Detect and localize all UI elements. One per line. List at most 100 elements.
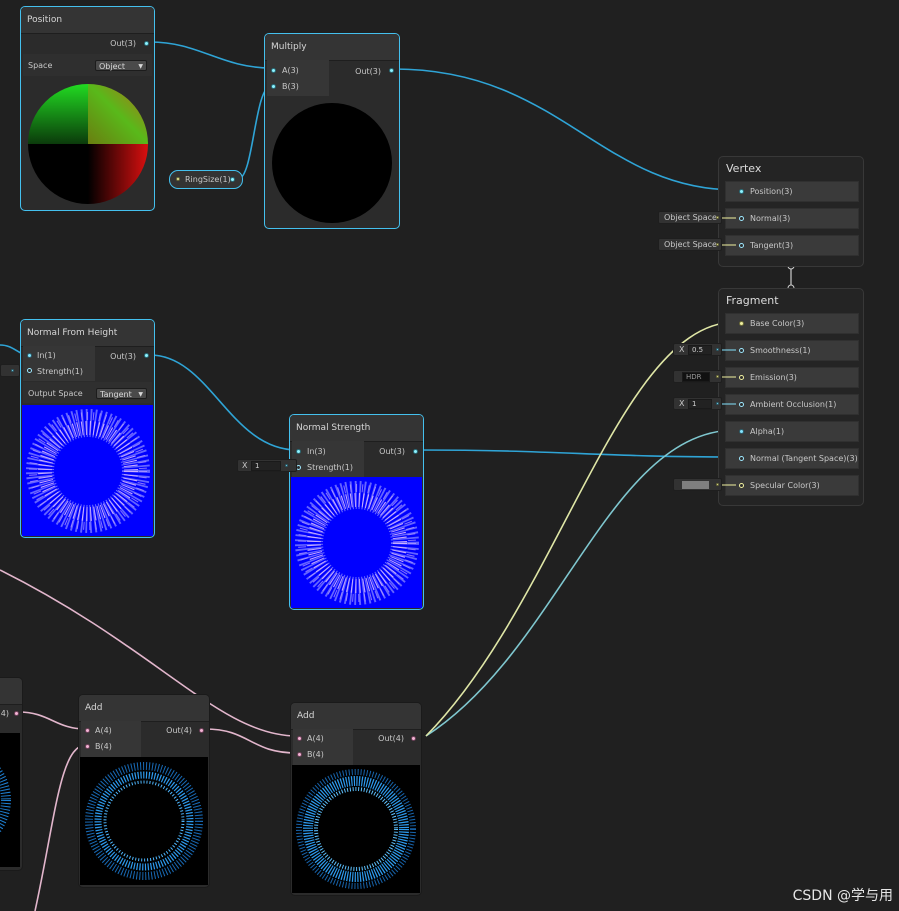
ring-size-property-node[interactable]: RingSize(1) — [169, 170, 243, 189]
wire-height-to-normal-strength — [149, 354, 298, 451]
add2-b-label: B(4) — [307, 750, 324, 759]
position-node-title: Position — [21, 7, 154, 34]
fragment-slot-smoothness[interactable]: Smoothness(1) — [725, 340, 859, 361]
emission-hdr-field[interactable]: HDR — [682, 372, 710, 382]
wire-multiply-to-vertex-position — [393, 68, 737, 191]
add1-out-port[interactable] — [199, 728, 204, 733]
ns-preview — [291, 477, 422, 608]
position-out-port[interactable] — [144, 41, 149, 46]
nfh-output-space-dropdown[interactable]: Tangent ▼ — [96, 388, 147, 399]
left-partial-node[interactable]: Out(4) — [0, 677, 23, 871]
nfh-in-label: In(1) — [37, 351, 56, 360]
add2-a-port[interactable] — [297, 736, 302, 741]
ring-size-out-port[interactable] — [230, 177, 235, 182]
alpha-port[interactable] — [739, 429, 744, 434]
fragment-slot-base-color[interactable]: Base Color(3) — [725, 313, 859, 334]
multiply-out-port[interactable] — [389, 68, 394, 73]
vertex-slot-tangent[interactable]: Tangent(3) — [725, 235, 859, 256]
wire-position-to-multiply-a — [149, 41, 273, 69]
normal-from-height-node[interactable]: Normal From Height In(1) Strength(1) Out… — [20, 319, 155, 538]
add2-a-label: A(4) — [307, 734, 324, 743]
fragment-slot-normal[interactable]: Normal (Tangent Space)(3) — [725, 448, 859, 469]
vertex-slot-position[interactable]: Position(3) — [725, 181, 859, 202]
wire-normal-strength-to-fragment-normal — [417, 449, 737, 458]
ring-size-label: RingSize(1) — [185, 175, 231, 184]
fragment-normal-port[interactable] — [739, 456, 744, 461]
base-color-port[interactable] — [739, 321, 744, 326]
watermark: CSDN @学与用 — [792, 888, 893, 904]
position-preview — [27, 83, 149, 205]
multiply-a-port[interactable] — [271, 68, 276, 73]
fragment-slot-ambient-occlusion[interactable]: Ambient Occlusion(1) — [725, 394, 859, 415]
fragment-slot-specular[interactable]: Specular Color(3) — [725, 475, 859, 496]
add1-out-label: Out(4) — [166, 726, 192, 735]
vertex-chip-wires — [722, 217, 736, 246]
add2-out-label: Out(4) — [378, 734, 404, 743]
ns-strength-input-chip[interactable]: X 1 — [237, 459, 297, 472]
emission-port[interactable] — [739, 375, 744, 380]
left-partial-out-port[interactable] — [14, 711, 19, 716]
fragment-title: Fragment — [726, 294, 779, 307]
smoothness-label: Smoothness(1) — [750, 346, 811, 355]
ns-strength-field[interactable]: 1 — [251, 461, 281, 471]
wire-partial-to-add1-a — [17, 711, 87, 730]
position-out-label: Out(3) — [110, 39, 136, 48]
add-node-1[interactable]: Add A(4) B(4) Out(4) — [78, 694, 210, 888]
alpha-label: Alpha(1) — [750, 427, 785, 436]
multiply-out-label: Out(3) — [355, 67, 381, 76]
ns-strength-chip-dot — [285, 464, 288, 467]
multiply-node[interactable]: Multiply A(3) B(3) Out(3) — [264, 33, 400, 229]
multiply-a-label: A(3) — [282, 66, 299, 75]
ns-strength-label: Strength(1) — [307, 463, 353, 472]
position-space-dropdown[interactable]: Object ▼ — [95, 60, 147, 71]
left-partial-preview — [0, 733, 20, 867]
nfh-output-space-label: Output Space — [28, 389, 83, 398]
nfh-strength-chip[interactable] — [0, 364, 20, 377]
specular-label: Specular Color(3) — [750, 481, 820, 490]
ns-out-port[interactable] — [413, 449, 418, 454]
smoothness-input-chip[interactable]: X 0.5 — [673, 343, 722, 356]
base-color-label: Base Color(3) — [750, 319, 805, 328]
position-node[interactable]: Position Out(3) Space Object ▼ — [20, 6, 155, 211]
nfh-out-port[interactable] — [144, 353, 149, 358]
chevron-down-icon: ▼ — [138, 63, 143, 70]
vertex-normal-port[interactable] — [739, 216, 744, 221]
vertex-normal-input-chip[interactable]: Object Space — [658, 211, 722, 224]
vertex-tangent-port[interactable] — [739, 243, 744, 248]
add2-b-port[interactable] — [297, 752, 302, 757]
multiply-b-port[interactable] — [271, 84, 276, 89]
ao-field[interactable]: 1 — [688, 399, 712, 409]
add-node-2[interactable]: Add A(4) B(4) Out(4) — [290, 702, 422, 896]
specular-color-swatch[interactable] — [682, 481, 709, 489]
nfh-in-port[interactable] — [27, 353, 32, 358]
vertex-block[interactable]: Vertex Position(3) Normal(3) Tangent(3) — [718, 156, 864, 267]
ambient-occlusion-port[interactable] — [739, 402, 744, 407]
nfh-strength-chip-dot — [11, 369, 14, 372]
fragment-slot-alpha[interactable]: Alpha(1) — [725, 421, 859, 442]
specular-port[interactable] — [739, 483, 744, 488]
position-space-label: Space — [28, 61, 53, 70]
smoothness-port[interactable] — [739, 348, 744, 353]
ns-in-port[interactable] — [296, 449, 301, 454]
multiply-b-label: B(3) — [282, 82, 299, 91]
multiply-node-title: Multiply — [265, 34, 399, 61]
add1-b-port[interactable] — [85, 744, 90, 749]
fragment-slot-emission[interactable]: Emission(3) — [725, 367, 859, 388]
ao-input-chip[interactable]: X 1 — [673, 397, 722, 410]
specular-input-chip[interactable] — [673, 478, 722, 491]
vertex-tangent-input-chip[interactable]: Object Space — [658, 238, 722, 251]
ns-out-label: Out(3) — [379, 447, 405, 456]
ao-axis: X — [679, 399, 685, 408]
vertex-slot-normal[interactable]: Normal(3) — [725, 208, 859, 229]
vertex-normal-label: Normal(3) — [750, 214, 791, 223]
emission-input-chip[interactable]: HDR — [673, 370, 722, 383]
smoothness-field[interactable]: 0.5 — [688, 345, 712, 355]
add1-a-port[interactable] — [85, 728, 90, 733]
fragment-block[interactable]: Fragment Base Color(3) Smoothness(1) Emi… — [718, 288, 864, 506]
vertex-position-port[interactable] — [739, 189, 744, 194]
ambient-occlusion-label: Ambient Occlusion(1) — [750, 400, 837, 409]
nfh-strength-port[interactable] — [27, 368, 32, 373]
add2-out-port[interactable] — [411, 736, 416, 741]
ns-in-label: In(3) — [307, 447, 326, 456]
normal-strength-node[interactable]: Normal Strength In(3) Strength(1) Out(3) — [289, 414, 424, 610]
